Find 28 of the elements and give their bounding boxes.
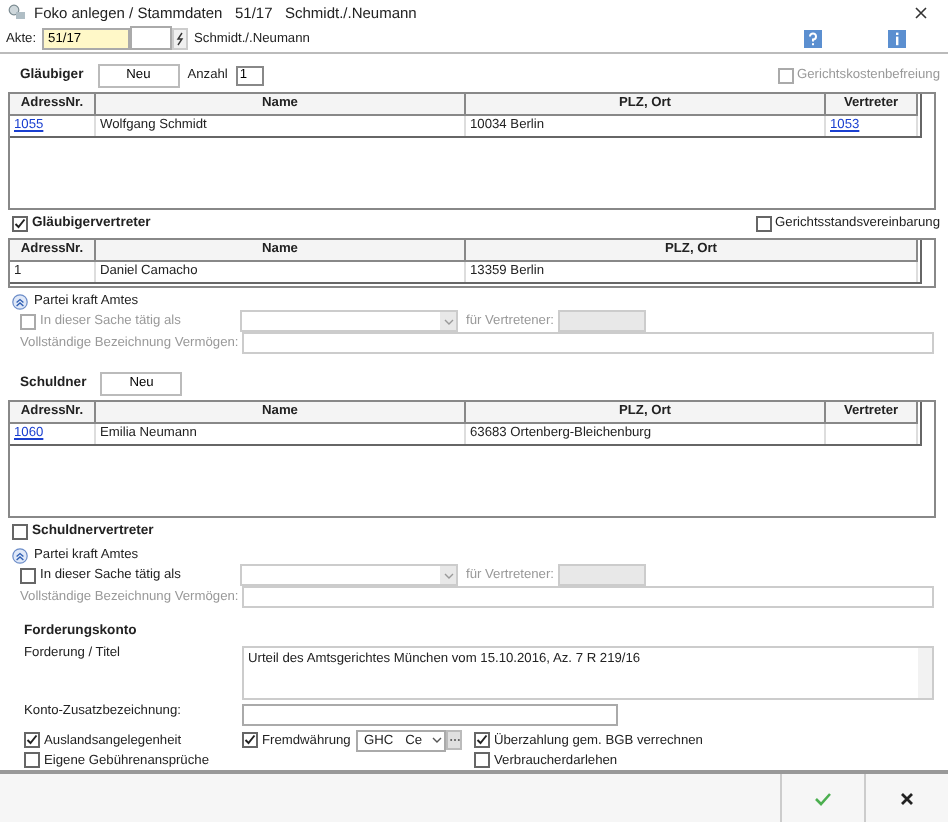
- checkbox[interactable]: [20, 567, 36, 583]
- lookup-button[interactable]: [172, 27, 189, 50]
- checkmark-icon: [814, 791, 832, 805]
- dropdown-arrow-icon: [440, 312, 456, 330]
- designation-field[interactable]: [242, 586, 934, 608]
- account-label-field[interactable]: [242, 704, 618, 726]
- checkbox[interactable]: [242, 732, 258, 748]
- app-icon: [8, 4, 26, 21]
- more-button[interactable]: [446, 730, 462, 750]
- close-icon: [900, 791, 914, 805]
- collapse-icon[interactable]: [12, 293, 28, 309]
- suffix-field[interactable]: [130, 26, 173, 51]
- designation-field[interactable]: [242, 332, 934, 354]
- help-icon[interactable]: [804, 29, 822, 48]
- checkbox[interactable]: [474, 732, 490, 748]
- checkbox[interactable]: [12, 215, 28, 231]
- checkbox[interactable]: [12, 523, 28, 539]
- representative-field[interactable]: [557, 310, 646, 332]
- checkbox[interactable]: [755, 215, 772, 231]
- representative-field[interactable]: [557, 564, 646, 586]
- dropdown-arrow-icon: [440, 566, 456, 584]
- info-icon[interactable]: [888, 29, 906, 48]
- collapse-icon[interactable]: [12, 547, 28, 563]
- checkbox[interactable]: [24, 732, 40, 748]
- checkbox[interactable]: [24, 752, 40, 768]
- checkbox[interactable]: [474, 752, 490, 768]
- scrollbar[interactable]: [918, 648, 932, 698]
- close-icon[interactable]: [914, 5, 928, 20]
